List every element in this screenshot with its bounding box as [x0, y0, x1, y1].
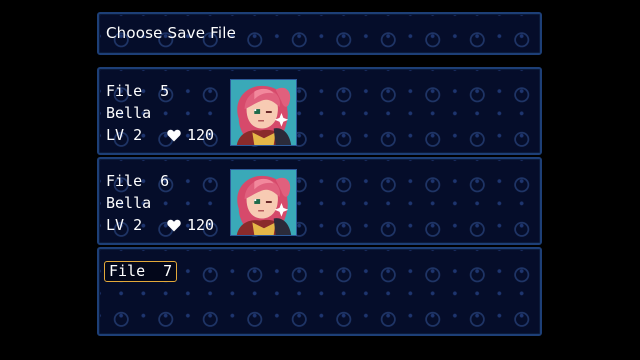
level-label: LV 2 — [106, 126, 143, 144]
save-slot-file-7[interactable]: File 7 — [97, 247, 542, 336]
save-slot-label: File 6 — [106, 172, 170, 190]
save-slot-file-5[interactable]: File 5 Bella LV 2 120 — [97, 67, 542, 155]
bella-portrait — [230, 79, 297, 146]
hp-display: 120 — [167, 216, 214, 234]
selected-save-slot-label[interactable]: File 7 — [104, 261, 178, 282]
save-file-screen: Choose Save File File 5 Bella LV 2 120 F… — [0, 0, 640, 360]
character-name: Bella — [106, 104, 152, 122]
save-slot-file-6[interactable]: File 6 Bella LV 2 120 — [97, 157, 542, 245]
level-label: LV 2 — [106, 216, 143, 234]
save-slot-label: File 5 — [106, 82, 170, 100]
portrait-art — [231, 80, 296, 145]
hp-display: 120 — [167, 126, 214, 144]
portrait-art — [231, 170, 296, 235]
heart-icon — [167, 129, 181, 142]
hp-value: 120 — [187, 216, 215, 234]
hp-value: 120 — [187, 126, 215, 144]
heart-icon — [167, 219, 181, 232]
screen-title: Choose Save File — [106, 24, 237, 42]
bella-portrait — [230, 169, 297, 236]
character-name: Bella — [106, 194, 152, 212]
title-panel: Choose Save File — [97, 12, 542, 55]
